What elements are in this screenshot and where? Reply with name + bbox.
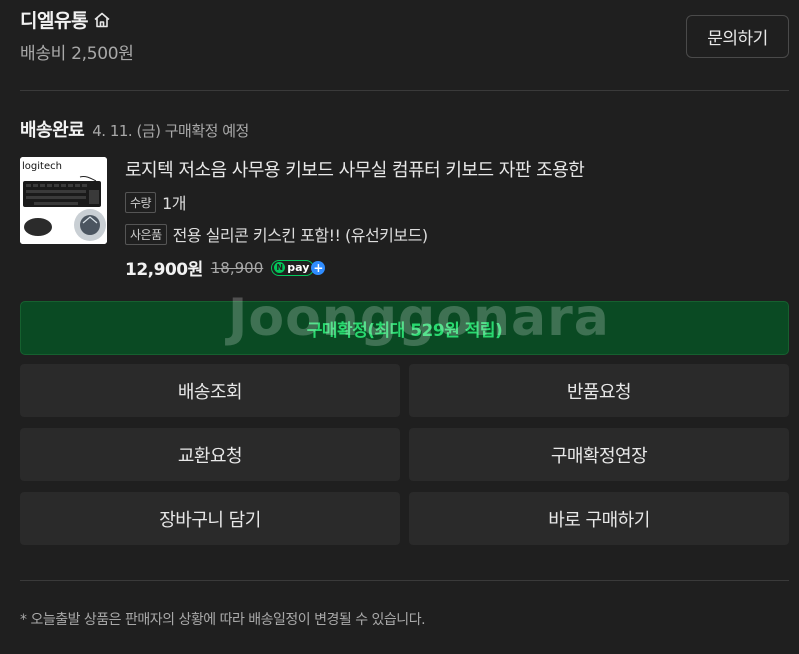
extend-confirmation-button[interactable]: 구매확정연장 [409,428,789,481]
npay-badge: N pay + [271,259,326,276]
product-info: 로지텍 저소음 사무용 키보드 사무실 컴퓨터 키보드 자판 조용한 수량 1개… [125,156,585,280]
plus-icon: + [311,260,326,275]
shipping-fee: 배송비 2,500원 [20,44,134,64]
footer-note: * 오늘출발 상품은 판매자의 상황에 따라 배송일정이 변경될 수 있습니다. [20,612,426,628]
product-thumbnail[interactable]: logitech [20,157,107,244]
divider [20,90,789,91]
home-icon[interactable] [92,10,112,30]
add-to-cart-button[interactable]: 장바구니 담기 [20,492,400,545]
gift-tag: 사은품 [125,223,167,245]
order-status: 배송완료 [20,120,85,141]
price-original: 18,900 [210,258,264,277]
order-status-detail: 4. 11. (금) 구매확정 예정 [92,122,249,140]
npay-n-icon: N [274,262,286,273]
gift-row: 사은품 전용 실리콘 키스킨 포함!! (유선키보드) [125,222,584,246]
order-status-row: 배송완료 4. 11. (금) 구매확정 예정 [20,116,249,142]
npay-pill: N pay [271,259,315,276]
quantity-row: 수량 1개 [125,190,584,214]
store-name[interactable]: 디엘유통 [20,6,88,33]
inquiry-button[interactable]: 문의하기 [686,15,789,58]
logitech-logo: logitech [22,161,62,172]
quantity-value: 1개 [162,194,186,213]
price-current: 12,900원 [125,260,203,280]
divider [20,580,789,581]
buy-now-button[interactable]: 바로 구매하기 [409,492,789,545]
npay-text: pay [287,261,310,274]
return-request-button[interactable]: 반품요청 [409,364,789,417]
confirm-purchase-button[interactable]: 구매확정(최대 529원 적립) [20,301,789,355]
track-delivery-button[interactable]: 배송조회 [20,364,400,417]
exchange-request-button[interactable]: 교환요청 [20,428,400,481]
price-row: 12,900원 18,900 N pay + [125,255,584,280]
gift-value: 전용 실리콘 키스킨 포함!! (유선키보드) [172,226,428,245]
store-name-row[interactable]: 디엘유통 [20,6,134,33]
quantity-tag: 수량 [125,191,157,213]
store-header: 디엘유통 배송비 2,500원 [20,6,134,64]
product-title[interactable]: 로지텍 저소음 사무용 키보드 사무실 컴퓨터 키보드 자판 조용한 [125,156,585,182]
